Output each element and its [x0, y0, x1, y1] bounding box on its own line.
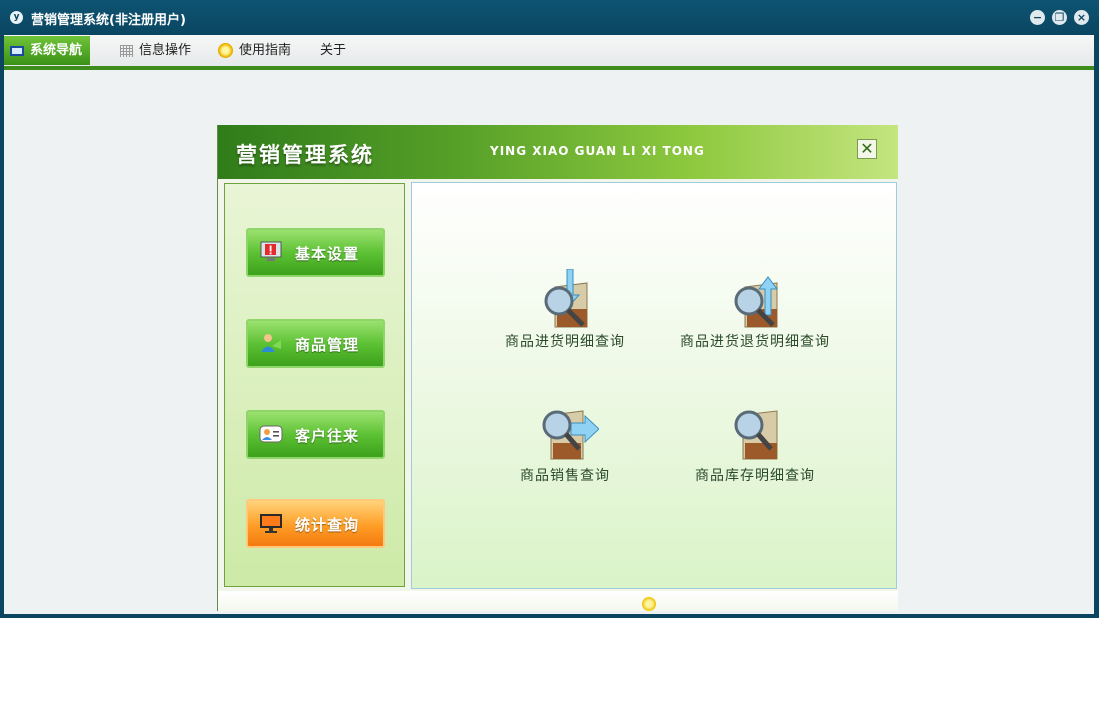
- app-icon: y: [10, 11, 23, 24]
- nav-label: 基本设置: [295, 245, 360, 263]
- query-sales[interactable]: 商品销售查询: [480, 403, 650, 503]
- query-label: 商品库存明细查询: [695, 468, 815, 484]
- monitor-icon: [10, 45, 24, 56]
- menu-label: 信息操作: [139, 43, 192, 58]
- client-area: 营销管理系统 YING XIAO GUAN LI XI TONG ✕ 基本设置: [4, 70, 1094, 614]
- bulb-icon: [642, 597, 656, 611]
- nav-statistics-query-button[interactable]: 统计查询: [246, 499, 385, 548]
- close-window-icon[interactable]: ×: [1074, 10, 1089, 25]
- nav-label: 客户往来: [295, 427, 360, 445]
- restore-icon[interactable]: ❐: [1052, 10, 1067, 25]
- nav-customer-relations-button[interactable]: 客户往来: [246, 410, 385, 459]
- app-window: y 营销管理系统(非注册用户) − ❐ × 系统导航 信息操作 使用指南 关于 …: [0, 0, 1099, 618]
- settings-alert-icon: [260, 241, 282, 261]
- product-icon: [261, 334, 281, 352]
- window-title: 营销管理系统(非注册用户): [31, 13, 186, 28]
- menu-system-nav[interactable]: 系统导航: [4, 36, 91, 65]
- menu-label: 系统导航: [30, 43, 83, 58]
- query-purchase-detail[interactable]: 商品进货明细查询: [480, 269, 650, 369]
- query-label: 商品进货退货明细查询: [680, 334, 830, 350]
- menu-info-ops[interactable]: 信息操作: [114, 36, 199, 65]
- contact-card-icon: [259, 425, 283, 443]
- left-nav: 基本设置 商品管理 客户往来 统计查询: [224, 183, 405, 587]
- nav-label: 统计查询: [295, 516, 360, 534]
- query-inventory[interactable]: 商品库存明细查询: [670, 403, 840, 503]
- purchase-return-icon: [734, 276, 778, 328]
- nav-basic-settings-button[interactable]: 基本设置: [246, 228, 385, 277]
- panel-title: 营销管理系统: [236, 143, 374, 167]
- menu-label: 关于: [320, 43, 347, 58]
- title-bar[interactable]: y 营销管理系统(非注册用户) − ❐ ×: [0, 0, 1099, 35]
- guide-icon: [218, 43, 233, 58]
- minimize-icon[interactable]: −: [1030, 10, 1045, 25]
- menu-user-guide[interactable]: 使用指南: [212, 36, 299, 65]
- inventory-query-icon: [734, 410, 778, 460]
- monitor-stats-icon: [260, 514, 282, 533]
- navigation-panel: 营销管理系统 YING XIAO GUAN LI XI TONG ✕ 基本设置: [217, 125, 898, 611]
- menu-bar: 系统导航 信息操作 使用指南 关于: [4, 35, 1094, 70]
- query-purchase-return[interactable]: 商品进货退货明细查询: [670, 269, 840, 369]
- nav-product-management-button[interactable]: 商品管理: [246, 319, 385, 368]
- panel-close-icon[interactable]: ✕: [857, 139, 877, 159]
- panel-pinyin: YING XIAO GUAN LI XI TONG: [490, 144, 705, 158]
- purchase-detail-icon: [544, 269, 588, 328]
- nav-label: 商品管理: [295, 336, 360, 354]
- sales-query-icon: [542, 410, 599, 460]
- query-label: 商品销售查询: [520, 468, 610, 484]
- panel-banner: 营销管理系统 YING XIAO GUAN LI XI TONG ✕: [218, 125, 898, 179]
- query-content: 商品进货明细查询 商品进货退货明细查询 商品销售查询 商品库存明细查询: [411, 182, 897, 589]
- panel-status-strip: [218, 591, 898, 611]
- menu-label: 使用指南: [239, 43, 292, 58]
- grid-icon: [120, 44, 133, 57]
- query-label: 商品进货明细查询: [505, 334, 625, 350]
- menu-about[interactable]: 关于: [314, 36, 354, 65]
